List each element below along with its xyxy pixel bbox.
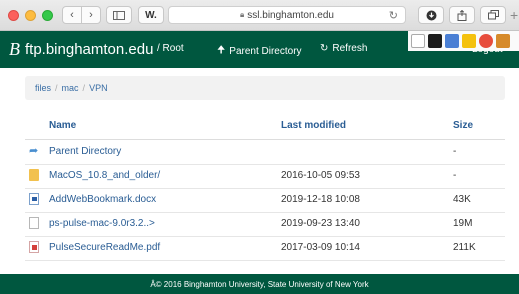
file-name-link[interactable]: ps-pulse-mac-9.0r3.2..> [49, 218, 155, 229]
zoom-window-button[interactable] [42, 10, 53, 21]
table-row[interactable]: ➦ Parent Directory - [25, 140, 505, 165]
file-size: 211K [453, 242, 476, 253]
refresh-icon: ↻ [320, 43, 329, 54]
home-extension-icon[interactable] [445, 34, 459, 48]
breadcrumb: files / mac / VPN [25, 76, 505, 100]
downloads-button[interactable] [418, 6, 444, 24]
chevron-right-icon: › [89, 9, 93, 21]
download-icon [426, 10, 436, 20]
table-row[interactable]: PulseSecureReadMe.pdf 2017-03-09 10:14 2… [25, 236, 505, 261]
file-name-link[interactable]: MacOS_10.8_and_older/ [49, 170, 160, 181]
file-modified: 2019-09-23 13:40 [281, 218, 360, 229]
chevron-left-icon: ‹ [70, 9, 74, 21]
share-button[interactable] [449, 6, 475, 24]
nav-root-label: / Root [157, 43, 184, 54]
new-tab-icon[interactable]: + [510, 7, 518, 23]
close-window-button[interactable] [8, 10, 19, 21]
forward-button[interactable]: › [81, 6, 101, 24]
tabs-icon [487, 10, 499, 20]
site-brand-link[interactable]: B ftp.binghamton.edu [9, 39, 153, 60]
name-column-header[interactable]: Name [49, 120, 76, 131]
tabs-overview-button[interactable] [480, 6, 506, 24]
pdf-icon [29, 241, 39, 253]
word-doc-icon [29, 193, 39, 205]
file-name-link[interactable]: AddWebBookmark.docx [49, 194, 156, 205]
binghamton-logo-icon: B [9, 39, 20, 59]
table-row[interactable]: AddWebBookmark.docx 2019-12-18 10:08 43K [25, 188, 505, 213]
share-icon [457, 9, 467, 21]
footer-copyright: Â© 2016 Binghamton University, State Uni… [150, 279, 369, 289]
site-navbar: B ftp.binghamton.edu / Root 🠉 Parent Dir… [0, 31, 519, 68]
extension-4-icon[interactable] [462, 34, 476, 48]
browser-toolbar: ‹ › W. 🔒︎ ssl.binghamton.edu ↻ + [0, 0, 519, 31]
file-size: 43K [453, 194, 471, 205]
breadcrumb-mac[interactable]: mac [62, 83, 79, 93]
file-size: - [453, 170, 457, 181]
breadcrumb-separator: / [55, 83, 58, 93]
sidebar-toggle-button[interactable] [106, 6, 132, 24]
file-size: - [453, 146, 457, 157]
extension-w-button[interactable]: W. [138, 6, 164, 24]
extension-2-icon[interactable] [428, 34, 442, 48]
folder-icon [29, 169, 39, 181]
address-bar[interactable]: 🔒︎ ssl.binghamton.edu ↻ [168, 6, 406, 24]
last-modified-column-header[interactable]: Last modified [281, 120, 346, 131]
file-modified: 2016-10-05 09:53 [281, 170, 360, 181]
nav-root-link[interactable]: / Root [157, 43, 184, 54]
nav-refresh-link[interactable]: ↻ Refresh [320, 43, 367, 54]
file-size: 19M [453, 218, 473, 229]
extension-1-icon[interactable] [411, 34, 425, 48]
nav-refresh-label: Refresh [332, 43, 368, 54]
extension-6-icon[interactable] [496, 34, 510, 48]
nav-parent-label: Parent Directory [229, 46, 302, 57]
extension-5-icon[interactable] [479, 34, 493, 48]
breadcrumb-files[interactable]: files [35, 83, 51, 93]
file-modified: 2019-12-18 10:08 [281, 194, 360, 205]
back-button[interactable]: ‹ [62, 6, 82, 24]
nav-parent-directory-link[interactable]: 🠉 Parent Directory [217, 43, 302, 60]
lock-icon: 🔒︎ [240, 10, 245, 19]
address-url: ssl.binghamton.edu [247, 9, 334, 21]
file-name-link[interactable]: Parent Directory [49, 146, 121, 157]
size-column-header[interactable]: Size [453, 120, 473, 131]
page-footer: Â© 2016 Binghamton University, State Uni… [0, 274, 519, 294]
breadcrumb-separator: / [82, 83, 86, 93]
minimize-window-button[interactable] [25, 10, 36, 21]
site-brand-text: ftp.binghamton.edu [25, 41, 154, 58]
arrow-up-icon: 🠉 [217, 45, 226, 56]
breadcrumb-vpn[interactable]: VPN [89, 83, 108, 93]
file-table-header: Name Last modified Size [25, 115, 505, 140]
file-modified: 2017-03-09 10:14 [281, 242, 360, 253]
sidebar-icon [113, 10, 125, 20]
file-name-link[interactable]: PulseSecureReadMe.pdf [49, 242, 160, 253]
parent-dir-icon: ➦ [29, 145, 39, 157]
file-icon [29, 217, 39, 229]
table-row[interactable]: ps-pulse-mac-9.0r3.2..> 2019-09-23 13:40… [25, 212, 505, 237]
table-row[interactable]: MacOS_10.8_and_older/ 2016-10-05 09:53 - [25, 164, 505, 189]
browser-extension-icons [408, 31, 519, 51]
reload-icon[interactable]: ↻ [389, 9, 398, 22]
